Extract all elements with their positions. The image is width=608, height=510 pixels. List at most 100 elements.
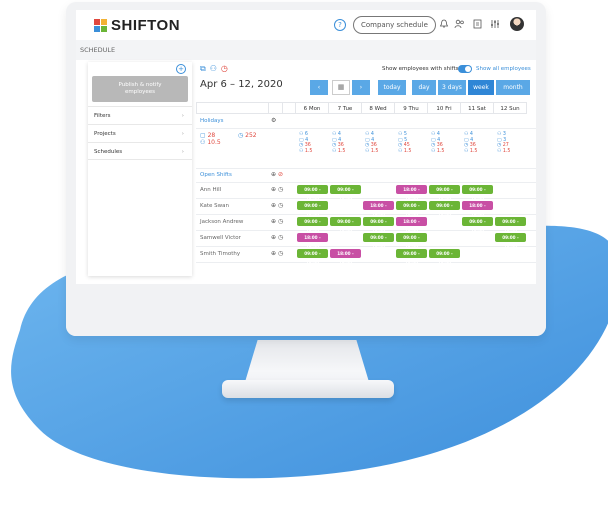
shift-block[interactable]: 09:00 - 18:00 [363,217,394,233]
day-header[interactable]: 11 Sat [461,102,494,114]
add-shift-icon[interactable]: ⊕ [271,171,276,178]
schedule-main: ⧉⚇◷ Apr 6 – 12, 2020 Show employees with… [196,60,536,284]
day-stats: ⚇ 5 ▢ 5 ◷ 45 ⚇ 1.5 [398,132,412,154]
add-shift-icon[interactable]: ⊕ [271,186,276,193]
date-range-title: Apr 6 – 12, 2020 [200,79,283,90]
holidays-row: Holidays ⚙ [196,114,536,129]
employee-name[interactable]: Samwell Victor [200,235,241,241]
shift-block[interactable]: 09:00 - 18:00 [429,201,460,217]
day-header[interactable]: 10 Fri [428,102,461,114]
sidebar-item-projects[interactable]: Projects › [88,124,192,142]
document-icon[interactable] [472,19,483,30]
users-small-icon[interactable]: ⚇ [210,64,221,73]
calendar-picker-icon[interactable]: ▦ [332,80,350,95]
prev-week-button[interactable]: ‹ [310,80,328,95]
open-shifts-row: Open Shifts ⊕ ⊘ [196,168,536,183]
copy-icon[interactable]: ⧉ [200,64,210,73]
add-shift-icon[interactable]: ⊕ [271,218,276,225]
calendar-small-icon: ▢ [200,132,206,139]
monitor-chin [66,284,546,336]
employee-row: Ann Hill ⊕ ◷ 09:00 - 18:00 09:00 - 18:00 18:… [196,182,536,201]
shift-block[interactable]: 09:00 - 18:00 [396,249,427,265]
settings-icon[interactable]: ⚙ [271,117,276,124]
employee-name[interactable]: Jackson Andrew [200,219,243,225]
clock-icon[interactable]: ◷ [278,186,283,193]
shift-block[interactable]: 09:00 - 18:00 [462,185,493,201]
shift-block[interactable]: 18:00 - 19:00 [363,201,394,217]
employee-name[interactable]: Ann Hill [200,187,221,193]
shift-block[interactable]: 09:00 - 18:00 [297,185,328,201]
employee-row-icons: ⊕ ◷ [271,234,283,241]
monitor: SHIFTON ? Company schedule SCHEDULE + Pu… [66,2,546,336]
day-stats: ⚇ 3 ▢ 3 ◷ 27 ⚇ 1.5 [497,132,511,154]
header-icon-cell [269,102,283,114]
company-schedule-button[interactable]: Company schedule [353,16,436,34]
add-shift-icon[interactable]: ⊕ [271,250,276,257]
shift-block[interactable]: 09:00 - 18:00 [297,217,328,233]
clock-alert-icon[interactable]: ⊘ [278,171,283,178]
clock-icon[interactable]: ◷ [278,234,283,241]
user-avatar[interactable] [510,17,524,31]
users-small-icon: ⚇ [200,139,206,146]
total-count: 28 [207,132,216,139]
shift-block[interactable]: 09:00 - 18:00 [429,249,460,265]
shift-block[interactable]: 09:00 - 18:00 [297,201,328,217]
week-view-button[interactable]: week [468,80,494,95]
shift-block[interactable]: 09:00 - 18:00 [429,185,460,201]
show-all-employees-link[interactable]: Show all employees [476,66,531,72]
shift-block[interactable]: 09:00 - 18:00 [495,233,526,249]
add-shift-icon[interactable]: ⊕ [271,234,276,241]
clock-icon[interactable]: ◷ [278,218,283,225]
stats-row: ▢ 28 ⚇ 10.5 ◷ 252 ⚇ 6 ▢ 4 ◷ 36 ⚇ 1.5 ⚇ 4 ▢ 4 ◷ 36… [196,128,536,169]
shift-block[interactable]: 09:00 - 18:00 [396,233,427,249]
add-icon[interactable]: + [176,64,186,74]
sidebar: + Publish & notify employees Filters › Pr… [88,62,192,276]
publish-label: Publish & notify employees [118,82,162,95]
shift-block[interactable]: 09:00 - 18:00 [396,201,427,217]
top-bar: SHIFTON ? Company schedule [76,10,536,41]
shift-block[interactable]: 09:00 - 18:00 [363,233,394,249]
day-view-button[interactable]: day [412,80,436,95]
publish-notify-button[interactable]: Publish & notify employees [92,76,188,102]
sidebar-item-filters[interactable]: Filters › [88,106,192,124]
sliders-icon[interactable] [489,19,500,30]
bell-icon[interactable] [438,19,449,30]
clock-icon[interactable]: ◷ [221,64,232,73]
sidebar-item-label: Filters [94,113,111,119]
add-shift-icon[interactable]: ⊕ [271,202,276,209]
chevron-right-icon: › [181,131,184,137]
show-employees-toggle[interactable] [458,65,472,73]
employee-name[interactable]: Kate Swan [200,203,229,209]
sidebar-item-schedules[interactable]: Schedules › [88,142,192,160]
employee-name[interactable]: Smith Timothy [200,251,240,257]
three-days-view-button[interactable]: 3 days [438,80,466,95]
shift-block[interactable]: 09:00 - 18:00 [462,217,493,233]
day-header[interactable]: 6 Mon [296,102,329,114]
shift-block[interactable]: 18:00 - 19:00 [396,185,427,201]
total-hours: ◷ 252 [238,132,257,139]
shift-block[interactable]: 18:00 - 19:00 [330,249,361,265]
shift-block[interactable]: 09:00 - 18:00 [495,217,526,233]
day-header[interactable]: 7 Tue [329,102,362,114]
schedule-grid: 6 Mon 7 Tue 8 Wed 9 Thu 10 Fri 11 Sat 12 Sun Ho… [196,102,536,284]
help-icon[interactable]: ? [334,19,346,31]
shift-block[interactable]: 18:00 - 19:00 [297,233,328,249]
day-stats: ⚇ 4 ▢ 4 ◷ 36 ⚇ 1.5 [332,132,346,154]
next-week-button[interactable]: › [352,80,370,95]
users-icon[interactable] [454,19,465,30]
day-header[interactable]: 9 Thu [395,102,428,114]
shift-block[interactable]: 09:00 - 18:00 [330,185,361,201]
shifton-logo[interactable]: SHIFTON [94,17,180,34]
shift-block[interactable]: 18:00 - 19:00 [396,217,427,233]
month-view-button[interactable]: month [496,80,530,95]
day-header[interactable]: 8 Wed [362,102,395,114]
today-button[interactable]: today [378,80,406,95]
day-stats: ⚇ 6 ▢ 4 ◷ 36 ⚇ 1.5 [299,132,313,154]
shift-block[interactable]: 09:00 - 18:00 [297,249,328,265]
hours-summary: ▢ 28 ⚇ 10.5 [200,132,221,146]
clock-icon[interactable]: ◷ [278,202,283,209]
day-header[interactable]: 12 Sun [494,102,527,114]
shift-block[interactable]: 09:00 - 18:00 [330,217,361,233]
clock-icon[interactable]: ◷ [278,250,283,257]
shift-block[interactable]: 18:00 - 19:00 [462,201,493,217]
